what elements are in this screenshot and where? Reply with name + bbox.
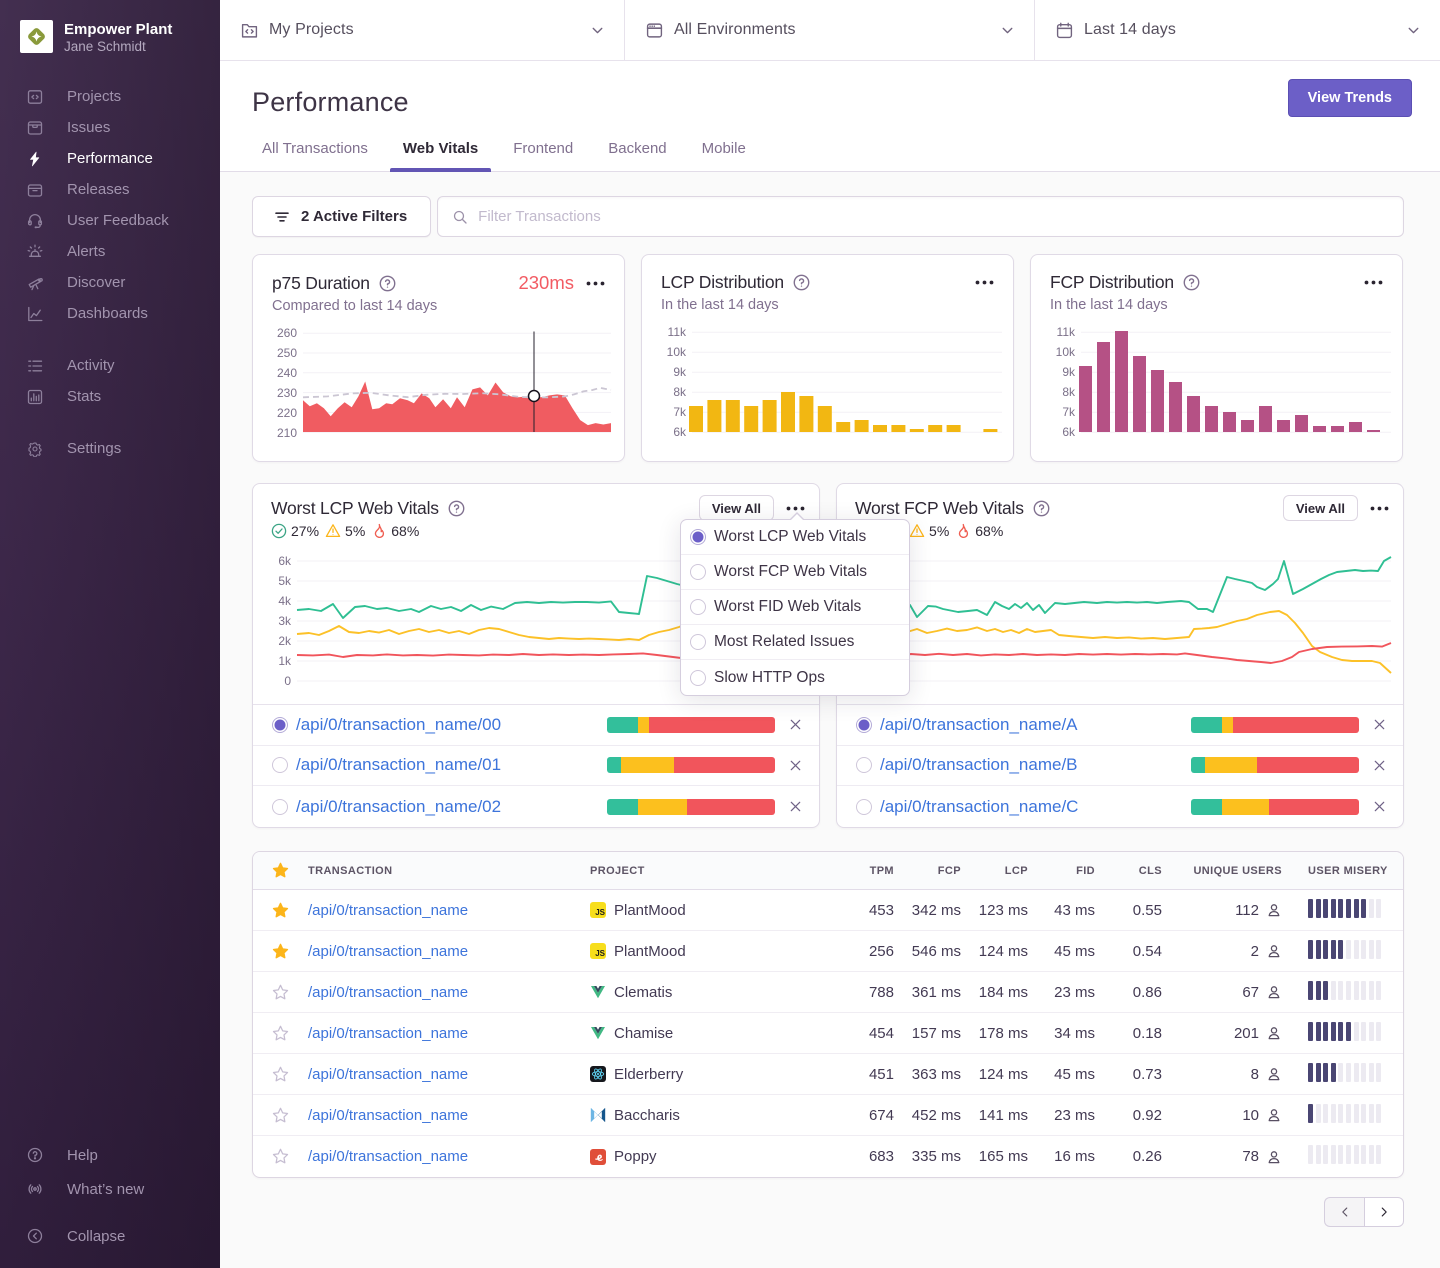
svg-text:9k: 9k: [1062, 365, 1076, 379]
svg-text:10k: 10k: [667, 345, 687, 359]
svg-text:220: 220: [277, 406, 297, 420]
svg-text:5k: 5k: [278, 574, 292, 588]
svg-text:7k: 7k: [1062, 405, 1076, 419]
svg-text:4k: 4k: [278, 594, 292, 608]
svg-text:2k: 2k: [278, 634, 292, 648]
svg-text:250: 250: [277, 346, 297, 360]
svg-text:240: 240: [277, 366, 297, 380]
svg-text:0: 0: [284, 674, 291, 688]
svg-text:1k: 1k: [278, 654, 292, 668]
svg-text:260: 260: [277, 326, 297, 340]
svg-text:6k: 6k: [278, 554, 292, 568]
svg-text:6k: 6k: [673, 425, 687, 439]
svg-text:8k: 8k: [1062, 385, 1076, 399]
svg-text:11k: 11k: [1057, 325, 1076, 339]
svg-text:10k: 10k: [1056, 345, 1076, 359]
svg-text:9k: 9k: [673, 365, 687, 379]
svg-text:210: 210: [277, 426, 297, 440]
svg-text:6k: 6k: [1062, 425, 1076, 439]
svg-text:8k: 8k: [673, 385, 687, 399]
svg-text:230: 230: [277, 386, 297, 400]
svg-text:3k: 3k: [278, 614, 292, 628]
svg-text:7k: 7k: [673, 405, 687, 419]
svg-text:11k: 11k: [668, 325, 687, 339]
